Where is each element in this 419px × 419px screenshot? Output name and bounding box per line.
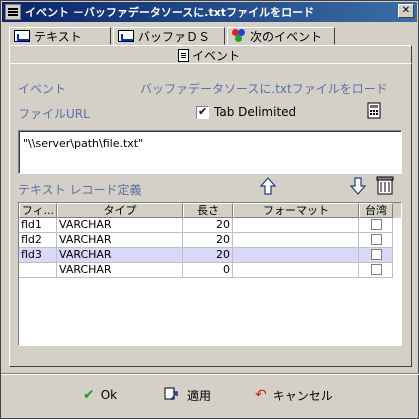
cancel-label: キャンセル xyxy=(272,388,333,403)
table-row[interactable]: fld2 VARCHAR 20 xyxy=(19,233,401,248)
cell-type[interactable]: VARCHAR xyxy=(57,248,183,263)
cell-length[interactable]: 20 xyxy=(183,233,233,248)
cell-format[interactable] xyxy=(233,263,359,278)
cell-type[interactable]: VARCHAR xyxy=(57,218,183,233)
cell-field[interactable] xyxy=(19,263,57,278)
cell-type[interactable]: VARCHAR xyxy=(57,233,183,248)
taiwan-checkbox[interactable] xyxy=(371,264,382,275)
tab-delimited-checkbox[interactable] xyxy=(196,105,209,119)
tab-text[interactable]: テキスト xyxy=(9,27,111,45)
apply-label: 適用 xyxy=(187,388,212,403)
chart-icon xyxy=(118,30,134,42)
tab-label: 次のイベント xyxy=(250,29,323,44)
table-row[interactable]: VARCHAR 0 xyxy=(19,263,401,278)
event-value: バッファデータソースに.txtファイルをロード xyxy=(140,82,388,96)
cancel-button[interactable]: ↶ キャンセル xyxy=(255,381,333,409)
column-header-length[interactable]: 長さ xyxy=(183,203,233,218)
cell-field[interactable]: fld3 xyxy=(19,248,57,263)
cell-field[interactable]: fld1 xyxy=(19,218,57,233)
title-bar: イベント －バッファデータソースに.txtファイルをロード ✕ xyxy=(2,2,417,22)
column-header-type[interactable]: タイプ xyxy=(57,203,183,218)
cell-taiwan[interactable] xyxy=(359,233,393,248)
dialog-window: イベント －バッファデータソースに.txtファイルをロード ✕ テキスト バッフ… xyxy=(0,0,419,419)
file-path-field[interactable]: "\\server\path\file.txt" xyxy=(18,130,402,174)
cell-length[interactable]: 20 xyxy=(183,218,233,233)
document-icon xyxy=(178,49,189,62)
tab-label: バッファＤＳ xyxy=(138,29,211,44)
subtab-label: イベント xyxy=(192,49,241,63)
subtab-bar: イベント xyxy=(9,45,412,63)
ok-button[interactable]: ✔ Ok xyxy=(83,381,117,409)
cell-length[interactable]: 20 xyxy=(183,248,233,263)
cell-format[interactable] xyxy=(233,233,359,248)
taiwan-checkbox[interactable] xyxy=(371,234,382,245)
cell-format[interactable] xyxy=(233,248,359,263)
trash-icon[interactable] xyxy=(374,174,396,196)
column-header-taiwan[interactable]: 台湾 xyxy=(359,203,393,218)
tab-event[interactable]: イベント xyxy=(178,47,240,64)
file-path-value: "\\server\path\file.txt" xyxy=(23,137,144,150)
tab-label: テキスト xyxy=(34,29,82,44)
record-definition-label: テキスト レコード定義 xyxy=(18,183,142,197)
table-header: フィ... タイプ 長さ フォーマット 台湾 xyxy=(19,203,401,218)
cell-taiwan[interactable] xyxy=(359,248,393,263)
event-panel: イベント バッファデータソースに.txtファイルをロード ファイルURL Tab… xyxy=(9,63,412,367)
cell-field[interactable]: fld2 xyxy=(19,233,57,248)
undo-icon: ↶ xyxy=(255,387,267,403)
tab-delimited-label: Tab Delimited xyxy=(214,105,297,119)
cell-length[interactable]: 0 xyxy=(183,263,233,278)
move-up-icon[interactable] xyxy=(260,177,276,195)
table-row[interactable]: fld3 VARCHAR 20 xyxy=(19,248,401,263)
cell-taiwan[interactable] xyxy=(359,218,393,233)
record-definition-table: フィ... タイプ 長さ フォーマット 台湾 fld1 VARCHAR 20 f… xyxy=(18,202,402,346)
apply-icon xyxy=(164,387,178,401)
browse-file-icon[interactable] xyxy=(366,102,384,120)
column-header-field[interactable]: フィ... xyxy=(19,203,57,218)
event-label: イベント xyxy=(18,82,67,96)
chart-icon xyxy=(14,30,30,42)
apply-button[interactable]: 適用 xyxy=(163,381,211,409)
tab-next-event[interactable]: 次のイベント xyxy=(227,27,335,45)
file-url-label: ファイルURL xyxy=(18,107,90,121)
dots-icon xyxy=(232,29,246,43)
tab-buffer-ds[interactable]: バッファＤＳ xyxy=(113,27,225,45)
ok-label: Ok xyxy=(100,388,118,402)
close-button[interactable]: ✕ xyxy=(398,4,414,18)
cell-format[interactable] xyxy=(233,218,359,233)
footer-divider xyxy=(1,373,419,375)
cell-type[interactable]: VARCHAR xyxy=(57,263,183,278)
window-icon xyxy=(5,4,21,20)
cell-taiwan[interactable] xyxy=(359,263,393,278)
taiwan-checkbox[interactable] xyxy=(371,249,382,260)
move-down-icon[interactable] xyxy=(350,177,366,195)
taiwan-checkbox[interactable] xyxy=(371,219,382,230)
window-title: イベント －バッファデータソースに.txtファイルをロード xyxy=(25,6,315,19)
column-header-format[interactable]: フォーマット xyxy=(233,203,359,218)
table-row[interactable]: fld1 VARCHAR 20 xyxy=(19,218,401,233)
checkmark-icon: ✔ xyxy=(83,387,95,403)
